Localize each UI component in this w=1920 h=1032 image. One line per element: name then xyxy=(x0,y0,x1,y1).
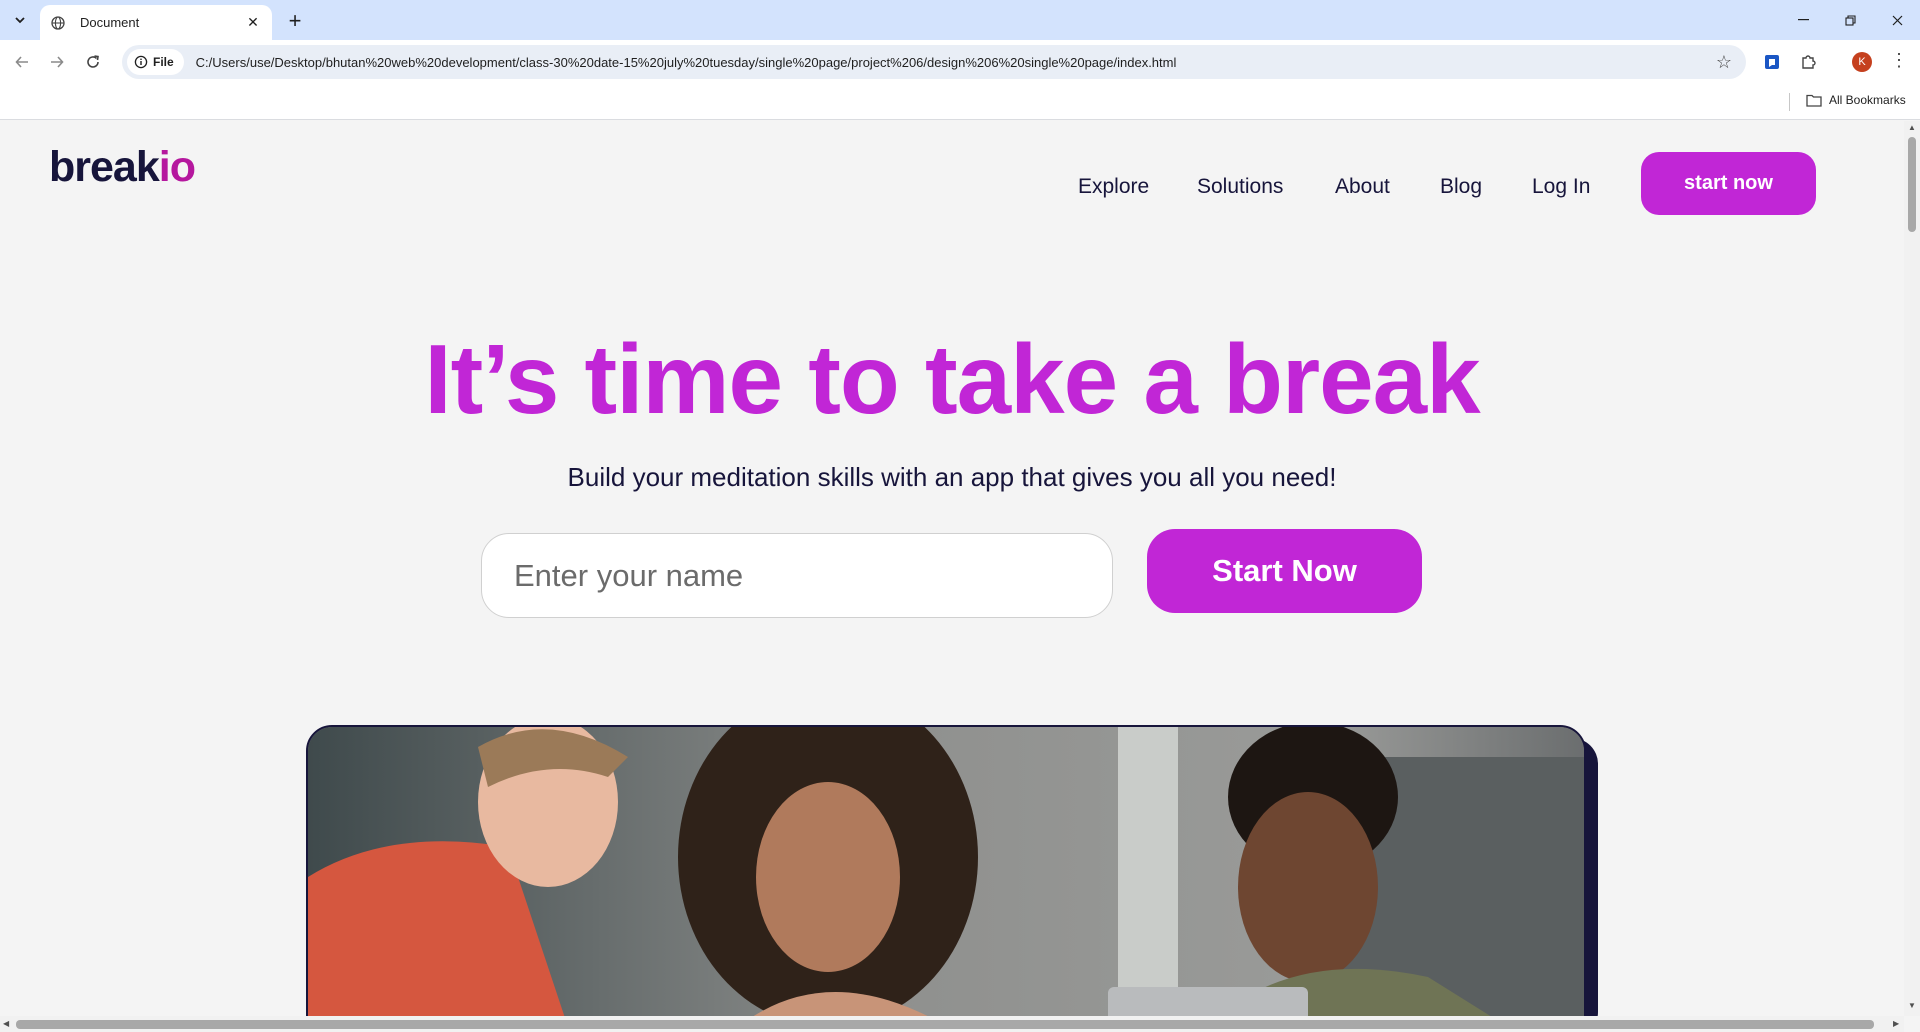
restore-icon[interactable] xyxy=(1827,0,1873,40)
back-arrow-icon[interactable] xyxy=(8,48,36,76)
scroll-left-arrow-icon[interactable]: ◀ xyxy=(3,1019,9,1028)
start-now-hero-button[interactable]: Start Now xyxy=(1147,529,1422,613)
close-window-icon[interactable] xyxy=(1874,0,1920,40)
file-chip-label: File xyxy=(153,55,174,69)
globe-icon xyxy=(50,15,66,31)
address-bar[interactable]: File C:/Users/use/Desktop/bhutan%20web%2… xyxy=(122,45,1746,79)
bookmarks-separator xyxy=(1789,93,1790,111)
tab-title: Document xyxy=(80,15,140,30)
info-icon xyxy=(134,55,148,69)
nav-log-in[interactable]: Log In xyxy=(1532,175,1590,199)
hero-photo xyxy=(306,725,1586,1016)
scroll-right-arrow-icon[interactable]: ▶ xyxy=(1893,1019,1899,1028)
browser-toolbar: File C:/Users/use/Desktop/bhutan%20web%2… xyxy=(0,40,1920,84)
url-text[interactable]: C:/Users/use/Desktop/bhutan%20web%20deve… xyxy=(196,55,1177,70)
all-bookmarks-button[interactable]: All Bookmarks xyxy=(1806,93,1906,107)
name-input[interactable] xyxy=(481,533,1113,618)
vertical-scroll-thumb[interactable] xyxy=(1908,137,1916,232)
horizontal-scroll-thumb[interactable] xyxy=(16,1020,1874,1029)
extension-shield-icon[interactable] xyxy=(1760,50,1784,74)
tab-strip: Document ✕ + xyxy=(0,0,1920,40)
scroll-up-arrow-icon[interactable]: ▲ xyxy=(1908,123,1916,132)
minimize-icon[interactable] xyxy=(1780,0,1826,40)
reload-icon[interactable] xyxy=(79,48,107,76)
all-bookmarks-label: All Bookmarks xyxy=(1829,93,1906,107)
browser-menu-icon[interactable]: ⋮ xyxy=(1890,50,1908,70)
site-logo[interactable]: breakio xyxy=(49,143,196,192)
logo-part-break: break xyxy=(49,143,160,191)
profile-avatar[interactable]: K xyxy=(1852,52,1872,72)
bookmark-star-icon[interactable]: ☆ xyxy=(1716,52,1732,73)
start-now-nav-button[interactable]: start now xyxy=(1641,152,1816,215)
nav-solutions[interactable]: Solutions xyxy=(1197,175,1283,199)
close-tab-icon[interactable]: ✕ xyxy=(244,14,262,32)
nav-blog[interactable]: Blog xyxy=(1440,175,1482,199)
tab-search-chevron-icon[interactable] xyxy=(8,8,32,32)
new-tab-plus-icon[interactable]: + xyxy=(282,8,308,34)
browser-tab[interactable]: Document ✕ xyxy=(40,5,272,40)
nav-about[interactable]: About xyxy=(1335,175,1390,199)
hero-title: It’s time to take a break xyxy=(424,324,1480,434)
site-info-chip[interactable]: File xyxy=(127,49,184,75)
horizontal-scrollbar[interactable]: ◀ ▶ xyxy=(0,1016,1904,1032)
vertical-scrollbar[interactable]: ▲ ▼ xyxy=(1904,121,1920,1016)
nav-explore[interactable]: Explore xyxy=(1078,175,1149,199)
hero-subtitle: Build your meditation skills with an app… xyxy=(567,462,1337,492)
logo-part-io: io xyxy=(158,143,196,191)
forward-arrow-icon[interactable] xyxy=(43,48,71,76)
extensions-puzzle-icon[interactable] xyxy=(1796,50,1820,74)
folder-icon xyxy=(1806,94,1822,107)
scroll-down-arrow-icon[interactable]: ▼ xyxy=(1908,1001,1916,1010)
web-page: breakio Explore Solutions About Blog Log… xyxy=(0,121,1904,1016)
bookmarks-bar: All Bookmarks xyxy=(0,84,1920,120)
